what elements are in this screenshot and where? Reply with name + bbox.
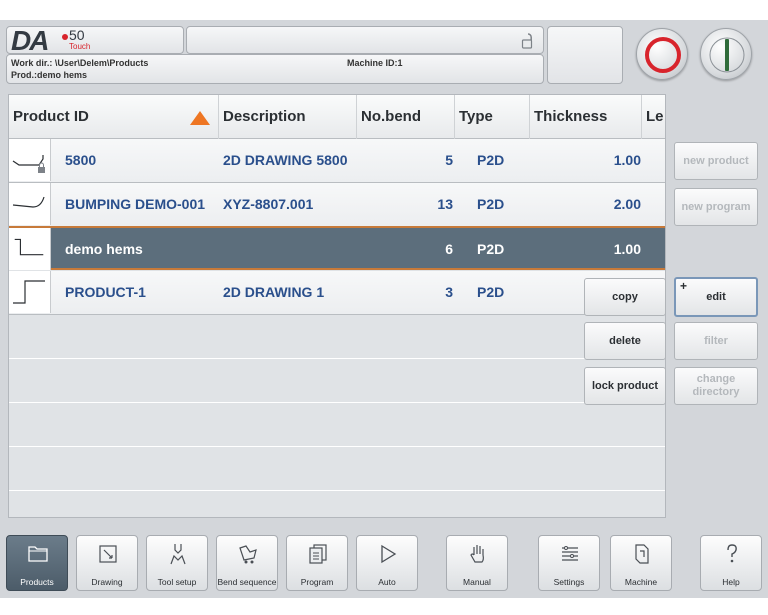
cell-product-id: 5800 bbox=[65, 152, 97, 168]
new-program-button[interactable]: new program bbox=[674, 188, 758, 226]
delete-button[interactable]: delete bbox=[584, 322, 666, 360]
edit-button[interactable]: + edit bbox=[674, 277, 758, 317]
cell-type: P2D bbox=[477, 284, 505, 300]
new-product-button[interactable]: new product bbox=[674, 142, 758, 180]
logo-dot bbox=[62, 34, 68, 40]
empty-row bbox=[9, 403, 665, 447]
logo-panel: DA 50 Touch bbox=[6, 25, 184, 56]
status-panel bbox=[547, 26, 623, 84]
folder-icon bbox=[28, 546, 48, 562]
machine-icon bbox=[635, 544, 649, 564]
cell-product-id: BUMPING DEMO-001 bbox=[65, 196, 206, 212]
empty-row bbox=[9, 359, 665, 403]
change-directory-button[interactable]: change directory bbox=[674, 367, 758, 405]
hem-profile-icon bbox=[9, 228, 51, 270]
edit-label: edit bbox=[706, 290, 726, 303]
nav-label: Manual bbox=[463, 577, 491, 587]
machine-id: Machine ID:1 bbox=[347, 58, 403, 68]
nav-label: Bend sequence bbox=[217, 577, 277, 587]
bend-sequence-icon bbox=[239, 545, 257, 564]
cell-thickness: 1.00 bbox=[613, 241, 641, 257]
hand-icon bbox=[470, 545, 484, 563]
nav-label: Auto bbox=[378, 577, 396, 587]
work-directory: Work dir.: \User\Delem\Products bbox=[11, 58, 149, 68]
nav-settings[interactable]: Settings bbox=[538, 535, 600, 591]
logo-da: DA bbox=[11, 25, 49, 56]
bottom-navigation: Products Drawing Tool setup Bend sequenc… bbox=[0, 533, 768, 598]
nav-help[interactable]: Help bbox=[700, 535, 762, 591]
column-thickness[interactable]: Thickness bbox=[530, 95, 642, 139]
empty-row bbox=[9, 447, 665, 491]
nav-products[interactable]: Products bbox=[6, 535, 68, 591]
nav-label: Tool setup bbox=[157, 577, 197, 587]
nav-machine[interactable]: Machine bbox=[610, 535, 672, 591]
cell-no-bend: 6 bbox=[445, 241, 453, 257]
column-length[interactable]: Le bbox=[642, 95, 665, 139]
nav-label: Products bbox=[20, 577, 54, 587]
column-product-id[interactable]: Product ID bbox=[9, 95, 219, 139]
screen: DA 50 Touch Work dir.: \User\Delem\Produ… bbox=[0, 0, 768, 615]
start-icon bbox=[709, 37, 745, 73]
cell-description: XYZ-8807.001 bbox=[223, 196, 314, 212]
cell-product-id: PRODUCT-1 bbox=[65, 284, 146, 300]
column-description[interactable]: Description bbox=[219, 95, 357, 139]
table-row[interactable]: PRODUCT-1 2D DRAWING 1 3 P2D bbox=[9, 271, 665, 315]
cell-thickness: 1.00 bbox=[613, 152, 641, 168]
message-panel bbox=[186, 26, 544, 54]
logo-number: 50 bbox=[69, 27, 85, 43]
cell-no-bend: 13 bbox=[437, 196, 453, 212]
curve-profile-icon bbox=[9, 183, 51, 225]
empty-row bbox=[9, 315, 665, 359]
nav-auto[interactable]: Auto bbox=[356, 535, 418, 591]
table-row[interactable]: 5800 2D DRAWING 5800 5 P2D 1.00 bbox=[9, 139, 665, 183]
control-frame: DA 50 Touch Work dir.: \User\Delem\Produ… bbox=[0, 20, 768, 598]
cell-product-id: demo hems bbox=[65, 241, 143, 257]
cell-description: 2D DRAWING 5800 bbox=[223, 152, 348, 168]
nav-manual[interactable]: Manual bbox=[446, 535, 508, 591]
program-icon bbox=[309, 544, 327, 564]
nav-label: Drawing bbox=[91, 577, 123, 587]
nav-label: Help bbox=[722, 577, 740, 587]
locked-profile-icon bbox=[9, 139, 51, 181]
cell-no-bend: 3 bbox=[445, 284, 453, 300]
play-icon bbox=[381, 544, 397, 564]
step-profile-icon bbox=[9, 271, 51, 313]
cell-type: P2D bbox=[477, 241, 505, 257]
cell-thickness: 2.00 bbox=[613, 196, 641, 212]
copy-button[interactable]: copy bbox=[584, 278, 666, 316]
nav-bend-sequence[interactable]: Bend sequence bbox=[216, 535, 278, 591]
info-panel: Work dir.: \User\Delem\Products Prod.:de… bbox=[6, 54, 544, 84]
sort-ascending-icon bbox=[190, 111, 210, 125]
cell-type: P2D bbox=[477, 196, 505, 212]
plus-icon: + bbox=[680, 279, 688, 293]
product-table: Product ID Description No.bend Type Thic… bbox=[8, 94, 666, 518]
cell-no-bend: 5 bbox=[445, 152, 453, 168]
lock-product-button[interactable]: lock product bbox=[584, 367, 666, 405]
pencil-icon bbox=[99, 545, 117, 563]
unlock-icon[interactable] bbox=[521, 33, 535, 49]
question-icon bbox=[727, 544, 737, 563]
logo-touch: Touch bbox=[69, 42, 91, 51]
filter-button[interactable]: filter bbox=[674, 322, 758, 360]
settings-list-icon bbox=[562, 546, 578, 561]
nav-label: Machine bbox=[624, 577, 658, 587]
nav-program[interactable]: Program bbox=[286, 535, 348, 591]
table-row-selected[interactable]: demo hems 6 P2D 1.00 bbox=[9, 226, 665, 270]
table-row[interactable]: BUMPING DEMO-001 XYZ-8807.001 13 P2D 2.0… bbox=[9, 183, 665, 227]
start-button[interactable] bbox=[700, 28, 752, 80]
table-header: Product ID Description No.bend Type Thic… bbox=[9, 95, 665, 139]
stop-icon bbox=[645, 37, 681, 73]
nav-drawing[interactable]: Drawing bbox=[76, 535, 138, 591]
nav-label: Settings bbox=[553, 577, 585, 587]
nav-label: Program bbox=[300, 577, 334, 587]
column-no-bend[interactable]: No.bend bbox=[357, 95, 455, 139]
tool-icon bbox=[170, 544, 186, 565]
cell-description: 2D DRAWING 1 bbox=[223, 284, 325, 300]
nav-tool-setup[interactable]: Tool setup bbox=[146, 535, 208, 591]
stop-button[interactable] bbox=[636, 28, 688, 80]
cell-description bbox=[223, 228, 359, 270]
column-type[interactable]: Type bbox=[455, 95, 530, 139]
cell-type: P2D bbox=[477, 152, 505, 168]
current-product: Prod.:demo hems bbox=[11, 70, 88, 80]
